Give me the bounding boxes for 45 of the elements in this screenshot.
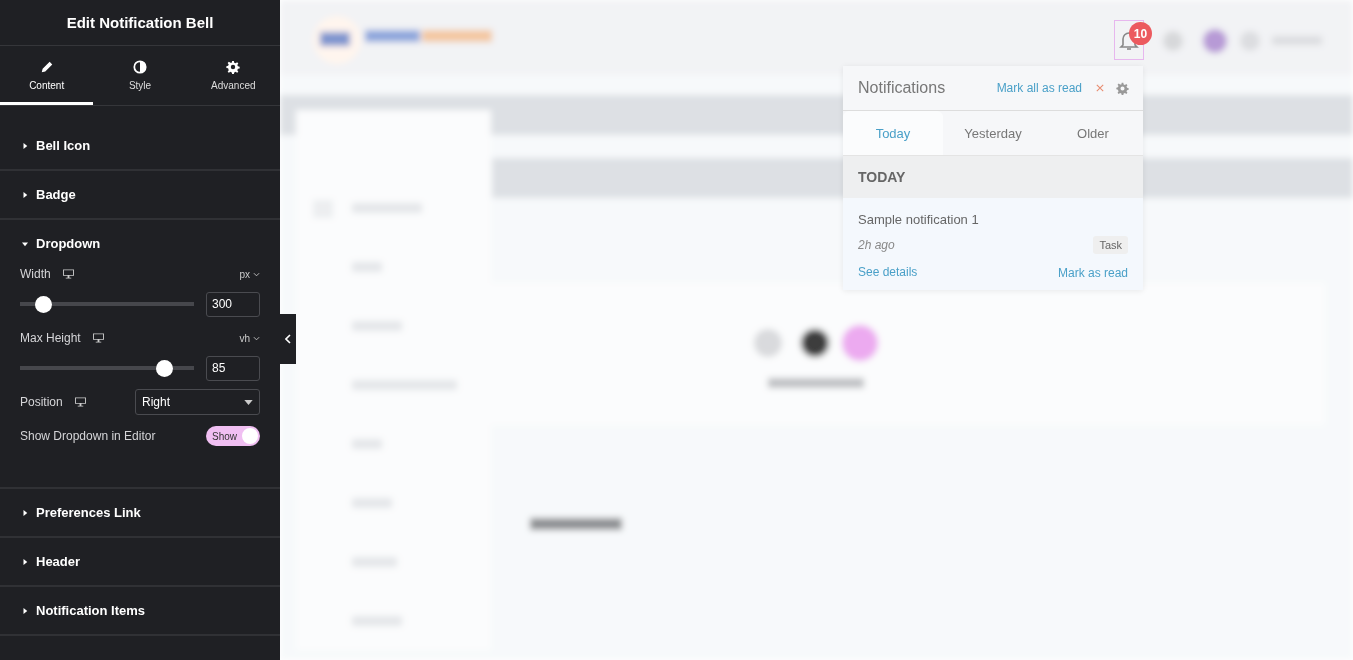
section-header[interactable]: Preferences Link (0, 489, 280, 536)
slider-thumb[interactable] (34, 295, 52, 313)
toggle-switch[interactable]: Show (206, 426, 260, 446)
group-heading: TODAY (858, 169, 906, 185)
desktop-icon (92, 333, 104, 343)
caret-icon (22, 557, 28, 566)
chevron-down-icon (253, 271, 260, 277)
period-tab[interactable]: Older (1043, 111, 1143, 155)
desktop-icon (74, 397, 86, 407)
control-label: Width (20, 267, 51, 281)
notification-tag: Task (1093, 236, 1128, 254)
caret-down-icon (244, 399, 253, 405)
control-label: Show Dropdown in Editor (20, 429, 156, 443)
notification-time: 2h ago (858, 238, 895, 252)
desktop-icon (62, 269, 74, 279)
section-header[interactable]: Notification Items (0, 587, 280, 634)
pencil-icon (39, 59, 54, 74)
panel-tab[interactable]: Style (93, 46, 187, 105)
number-field[interactable]: 85 (206, 355, 260, 381)
number-field[interactable]: 300 (206, 291, 260, 317)
chevron-left-icon (285, 334, 291, 344)
section-header[interactable]: Dropdown (0, 220, 280, 267)
caret-icon (22, 606, 28, 615)
control-label: Max Height (20, 331, 81, 345)
unit-selector[interactable]: px (239, 268, 260, 280)
collapse-button[interactable] (280, 314, 296, 364)
contrast-icon (133, 59, 147, 74)
caret-icon (22, 190, 28, 199)
panel-tab[interactable]: Advanced (186, 46, 280, 105)
caret-icon (22, 141, 28, 150)
control-label: Position (20, 395, 63, 409)
period-tab[interactable]: Yesterday (943, 111, 1043, 155)
section-header[interactable]: Header (0, 538, 280, 585)
slider-thumb[interactable] (156, 359, 174, 377)
section-header[interactable]: Badge (0, 171, 280, 218)
section-header[interactable]: Bell Icon (0, 122, 280, 169)
notification-title: Sample notification 1 (858, 212, 980, 227)
panel-tab[interactable]: Content (0, 46, 94, 105)
chevron-down-icon (253, 335, 260, 341)
settings-icon[interactable] (1116, 81, 1129, 95)
position-select[interactable]: Right (135, 389, 260, 415)
dropdown-title: Notifications (858, 79, 946, 97)
unit-selector[interactable]: vh (239, 332, 260, 344)
settings-icon (226, 59, 241, 74)
caret-icon (22, 508, 28, 517)
